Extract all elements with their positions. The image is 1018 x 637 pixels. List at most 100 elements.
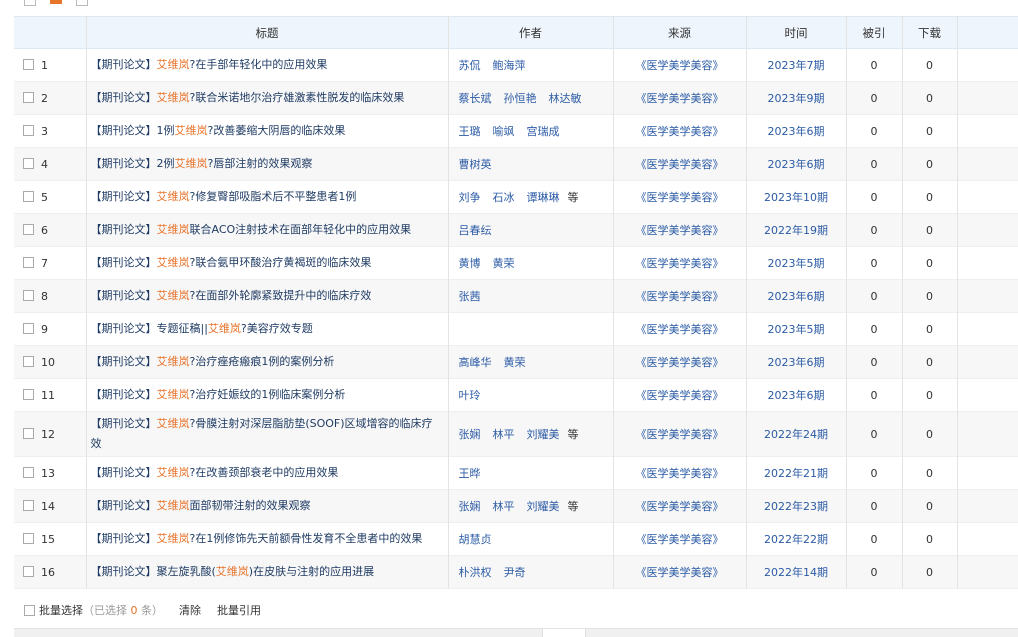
title-post[interactable]: ?在改善颈部衰老中的应用效果 <box>190 466 339 479</box>
title-post[interactable]: ?改善萎缩大阴唇的临床效果 <box>208 124 346 137</box>
author-link[interactable]: 刘争 <box>459 191 481 204</box>
title-cell[interactable]: 【期刊论文】艾维岚?联合米诺地尔治疗雄激素性脱发的临床效果 <box>86 81 449 115</box>
author-link[interactable]: 黄博 <box>459 257 481 270</box>
source-link[interactable]: 《医学美学美容》 <box>613 411 747 457</box>
author-link[interactable]: 吕春纭 <box>459 224 492 237</box>
title-keyword[interactable]: 艾维岚 <box>157 388 190 401</box>
title-cell[interactable]: 【期刊论文】艾维岚?在改善颈部衰老中的应用效果 <box>86 456 449 490</box>
author-link[interactable]: 刘耀美 <box>527 500 560 513</box>
source-link[interactable]: 《医学美学美容》 <box>613 555 747 589</box>
author-link[interactable]: 高峰华 <box>459 356 492 369</box>
title-keyword[interactable]: 艾维岚 <box>157 499 190 512</box>
source-link[interactable]: 《医学美学美容》 <box>613 345 747 379</box>
title-post[interactable]: )在皮肤与注射的应用进展 <box>249 565 374 578</box>
source-link[interactable]: 《医学美学美容》 <box>613 522 747 556</box>
title-post[interactable]: 联合ACO注射技术在面部年轻化中的应用效果 <box>190 223 412 236</box>
row-checkbox[interactable] <box>23 388 34 400</box>
source-link[interactable]: 《医学美学美容》 <box>613 246 747 280</box>
title-post[interactable]: ?治疗痤疮瘢痕1例的案例分析 <box>190 355 335 368</box>
author-link[interactable]: 张娴 <box>459 428 481 441</box>
source-link[interactable]: 《医学美学美容》 <box>613 213 747 247</box>
time-link[interactable]: 2023年6期 <box>746 345 847 379</box>
title-cell[interactable]: 【期刊论文】艾维岚?联合氨甲环酸治疗黄褐斑的临床效果 <box>86 246 449 280</box>
title-pre[interactable]: 2例 <box>157 157 175 170</box>
author-link[interactable]: 林平 <box>493 428 515 441</box>
time-link[interactable]: 2022年23期 <box>746 489 847 523</box>
author-link[interactable]: 林达敏 <box>549 92 582 105</box>
author-link[interactable]: 石冰 <box>493 191 515 204</box>
title-keyword[interactable]: 艾维岚 <box>157 58 190 71</box>
author-link[interactable]: 谭琳琳 <box>527 191 560 204</box>
source-link[interactable]: 《医学美学美容》 <box>613 456 747 490</box>
time-link[interactable]: 2023年6期 <box>746 279 847 313</box>
row-checkbox[interactable] <box>23 256 34 268</box>
title-keyword[interactable]: 艾维岚 <box>157 532 190 545</box>
title-keyword[interactable]: 艾维岚 <box>175 157 208 170</box>
row-checkbox[interactable] <box>23 322 34 334</box>
top-checkbox-2[interactable] <box>76 0 88 6</box>
author-link[interactable]: 黄荣 <box>493 257 515 270</box>
author-link[interactable]: 孙恒艳 <box>504 92 537 105</box>
batch-cite-button[interactable]: 批量引用 <box>217 602 261 618</box>
source-link[interactable]: 《医学美学美容》 <box>613 114 747 148</box>
source-link[interactable]: 《医学美学美容》 <box>613 279 747 313</box>
header-title[interactable]: 标题 <box>86 16 449 49</box>
source-link[interactable]: 《医学美学美容》 <box>613 180 747 214</box>
author-link[interactable]: 林平 <box>493 500 515 513</box>
title-cell[interactable]: 【期刊论文】艾维岚?骨膜注射对深层脂肪垫(SOOF)区域增容的临床疗效 <box>86 411 449 457</box>
author-link[interactable]: 蔡长斌 <box>459 92 492 105</box>
title-keyword[interactable]: 艾维岚 <box>157 355 190 368</box>
time-link[interactable]: 2023年6期 <box>746 147 847 181</box>
title-cell[interactable]: 【期刊论文】艾维岚?治疗妊娠纹的1例临床案例分析 <box>86 378 449 412</box>
title-post-wrap[interactable]: 效 <box>91 437 102 450</box>
title-post[interactable]: ?唇部注射的效果观察 <box>208 157 313 170</box>
title-cell[interactable]: 【期刊论文】1例艾维岚?改善萎缩大阴唇的临床效果 <box>86 114 449 148</box>
source-link[interactable]: 《医学美学美容》 <box>613 81 747 115</box>
author-link[interactable]: 叶玲 <box>459 389 481 402</box>
time-link[interactable]: 2023年5期 <box>746 246 847 280</box>
author-link[interactable]: 喻飒 <box>493 125 515 138</box>
source-link[interactable]: 《医学美学美容》 <box>613 312 747 346</box>
row-checkbox[interactable] <box>23 58 34 70</box>
header-download[interactable]: 下载 <box>902 16 958 49</box>
batch-select-checkbox[interactable] <box>24 604 35 616</box>
title-keyword[interactable]: 艾维岚 <box>157 289 190 302</box>
header-source[interactable]: 来源 <box>613 16 747 49</box>
time-link[interactable]: 2023年5期 <box>746 312 847 346</box>
row-checkbox[interactable] <box>23 289 34 301</box>
source-link[interactable]: 《医学美学美容》 <box>613 48 747 82</box>
title-post[interactable]: ?在面部外轮廓紧致提升中的临床疗效 <box>190 289 372 302</box>
row-checkbox[interactable] <box>23 124 34 136</box>
title-keyword[interactable]: 艾维岚 <box>175 124 208 137</box>
title-cell[interactable]: 【期刊论文】艾维岚?修复臀部吸脂术后不平整患者1例 <box>86 180 449 214</box>
title-post[interactable]: ?修复臀部吸脂术后不平整患者1例 <box>190 190 357 203</box>
time-link[interactable]: 2023年10期 <box>746 180 847 214</box>
time-link[interactable]: 2023年9期 <box>746 81 847 115</box>
title-post[interactable]: ?在手部年轻化中的应用效果 <box>190 58 328 71</box>
row-checkbox[interactable] <box>23 565 34 577</box>
title-keyword[interactable]: 艾维岚 <box>157 190 190 203</box>
title-keyword[interactable]: 艾维岚 <box>157 223 190 236</box>
clear-button[interactable]: 清除 <box>179 602 201 618</box>
header-time[interactable]: 时间 <box>746 16 847 49</box>
time-link[interactable]: 2022年21期 <box>746 456 847 490</box>
source-link[interactable]: 《医学美学美容》 <box>613 378 747 412</box>
time-link[interactable]: 2023年6期 <box>746 114 847 148</box>
title-cell[interactable]: 【期刊论文】艾维岚联合ACO注射技术在面部年轻化中的应用效果 <box>86 213 449 247</box>
author-link[interactable]: 朴洪权 <box>459 566 492 579</box>
title-post[interactable]: 面部韧带注射的效果观察 <box>190 499 311 512</box>
row-checkbox[interactable] <box>23 223 34 235</box>
row-checkbox[interactable] <box>23 466 34 478</box>
author-link[interactable]: 王晔 <box>459 467 481 480</box>
row-checkbox[interactable] <box>23 532 34 544</box>
title-keyword[interactable]: 艾维岚 <box>157 466 190 479</box>
author-link[interactable]: 胡慧贞 <box>459 533 492 546</box>
row-checkbox[interactable] <box>23 190 34 202</box>
row-checkbox[interactable] <box>23 157 34 169</box>
time-link[interactable]: 2023年6期 <box>746 378 847 412</box>
title-cell[interactable]: 【期刊论文】聚左旋乳酸(艾维岚)在皮肤与注射的应用进展 <box>86 555 449 589</box>
row-checkbox[interactable] <box>23 499 34 511</box>
time-link[interactable]: 2022年24期 <box>746 411 847 457</box>
author-link[interactable]: 刘耀美 <box>527 428 560 441</box>
title-post[interactable]: ?治疗妊娠纹的1例临床案例分析 <box>190 388 346 401</box>
